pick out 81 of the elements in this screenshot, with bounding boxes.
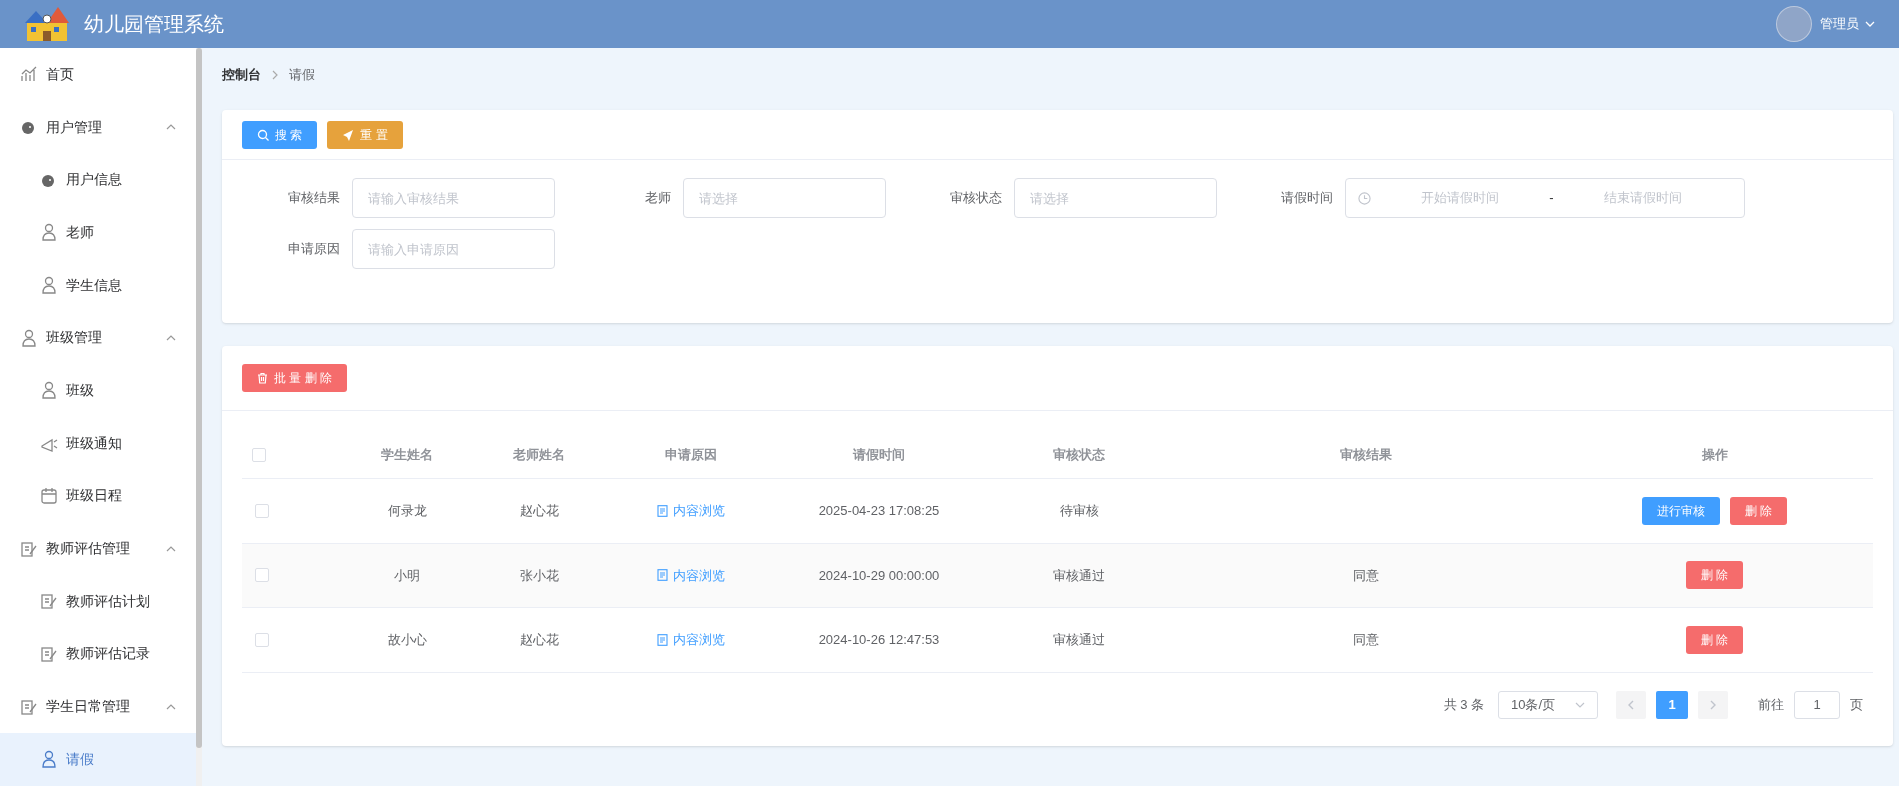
table-cell-text: 赵心花 (518, 502, 560, 520)
field-label: 请假时间 (1280, 189, 1334, 208)
goto-label: 前往 (1758, 695, 1784, 714)
sidebar-item[interactable]: 用户管理 (0, 100, 196, 154)
document-icon (657, 569, 668, 582)
table-cell-text: 审核通过 (1052, 631, 1106, 649)
table-cell-text: 待审核 (1058, 502, 1100, 520)
column-header: 审核状态 (1052, 445, 1106, 464)
sidebar-item[interactable]: 班级通知 (0, 416, 196, 470)
table-cell-text: 2024-10-26 12:47:53 (817, 631, 941, 649)
column-header: 请假时间 (851, 445, 906, 464)
document-icon (657, 504, 668, 517)
select-field[interactable]: 请选择 (1014, 178, 1217, 218)
notebook-pen-icon (20, 539, 38, 558)
sidebar-item[interactable]: 教师评估计划 (0, 574, 196, 628)
person-icon (40, 223, 58, 242)
chevron-right-icon (1709, 699, 1717, 710)
table-cell-text: 同意 (1353, 631, 1379, 649)
checkbox[interactable] (255, 568, 269, 583)
checkbox[interactable] (255, 632, 269, 647)
notebook-pen-icon (40, 592, 58, 611)
column-header: 审核结果 (1339, 445, 1393, 464)
sidebar-item[interactable]: 请假 (0, 732, 196, 786)
document-pen-icon (40, 644, 58, 663)
sidebar-item[interactable]: 教师评估管理 (0, 522, 196, 575)
document-icon (657, 633, 668, 646)
page-size-select[interactable]: 10条/页 (1498, 690, 1598, 719)
sidebar-item[interactable]: 老师 (0, 206, 196, 259)
table-cell-text: 何录龙 (386, 502, 428, 520)
clock-icon (1358, 191, 1371, 205)
scrollbar[interactable] (196, 48, 202, 748)
column-header: 学生姓名 (380, 445, 434, 464)
input-field[interactable]: 请输入申请原因 (352, 229, 555, 269)
field-label: 申请原因 (287, 240, 341, 259)
chevron-left-icon (1627, 699, 1635, 710)
search-icon (257, 128, 269, 141)
sidebar-item[interactable]: 学生信息 (0, 258, 196, 312)
app-title: 幼儿园管理系统 (84, 12, 224, 37)
checkbox[interactable] (255, 503, 269, 518)
avatar (1776, 6, 1812, 42)
notebook-pen-icon (20, 697, 38, 716)
page-number-field[interactable]: 1 (1794, 690, 1840, 719)
next-page-button[interactable] (1698, 690, 1728, 719)
table-cell-text: 2024-10-29 00:00:00 (817, 566, 941, 585)
sidebar-item[interactable]: 首页 (0, 48, 196, 101)
table-cell-text: 赵心花 (518, 631, 560, 649)
table-cell-text: 张小花 (518, 566, 560, 585)
page-unit-label: 页 (1850, 695, 1863, 714)
field-label: 审核结果 (287, 189, 341, 208)
checkbox[interactable] (252, 447, 266, 462)
table-cell-text: 审核通过 (1052, 566, 1106, 585)
previous-page-button[interactable] (1616, 690, 1646, 719)
breadcrumb-item: 请假 (289, 66, 315, 85)
select-field[interactable]: 请选择 (683, 178, 886, 218)
sidebar-item[interactable]: 教师评估记录 (0, 627, 196, 681)
person-icon (40, 276, 58, 295)
table-cell-text: 小明 (393, 566, 421, 585)
school-icon (24, 5, 70, 43)
chart-icon (20, 65, 38, 84)
sidebar-item[interactable]: 用户信息 (0, 153, 196, 207)
table-cell-text: 2025-04-23 17:08:25 (817, 502, 941, 520)
input-field[interactable]: 请输入审核结果 (352, 178, 555, 218)
chevron-right-icon (271, 70, 279, 80)
column-header: 操作 (1700, 445, 1729, 464)
field-label: 审核状态 (949, 189, 1003, 208)
chevron-down-icon (1865, 19, 1875, 29)
calendar-icon (40, 486, 58, 505)
breadcrumb-item[interactable]: 控制台 (222, 65, 261, 85)
sidebar-item[interactable]: 班级管理 (0, 311, 196, 365)
column-header: 申请原因 (664, 445, 718, 464)
sidebar-item[interactable]: 班级日程 (0, 469, 196, 523)
field-label: 老师 (644, 189, 672, 208)
date-range-field[interactable]: 开始请假时间 - 结束请假时间 (1345, 178, 1745, 218)
table-cell-text: 同意 (1353, 566, 1379, 585)
trash-icon (257, 372, 268, 384)
sidebar-item[interactable]: 班级 (0, 364, 196, 417)
column-header: 老师姓名 (512, 445, 566, 464)
total-count: 共 3 条 (1443, 695, 1484, 714)
paper-plane-icon (342, 128, 355, 141)
table-cell-text: 故小心 (386, 631, 428, 649)
sidebar-item[interactable]: 学生日常管理 (0, 680, 196, 733)
